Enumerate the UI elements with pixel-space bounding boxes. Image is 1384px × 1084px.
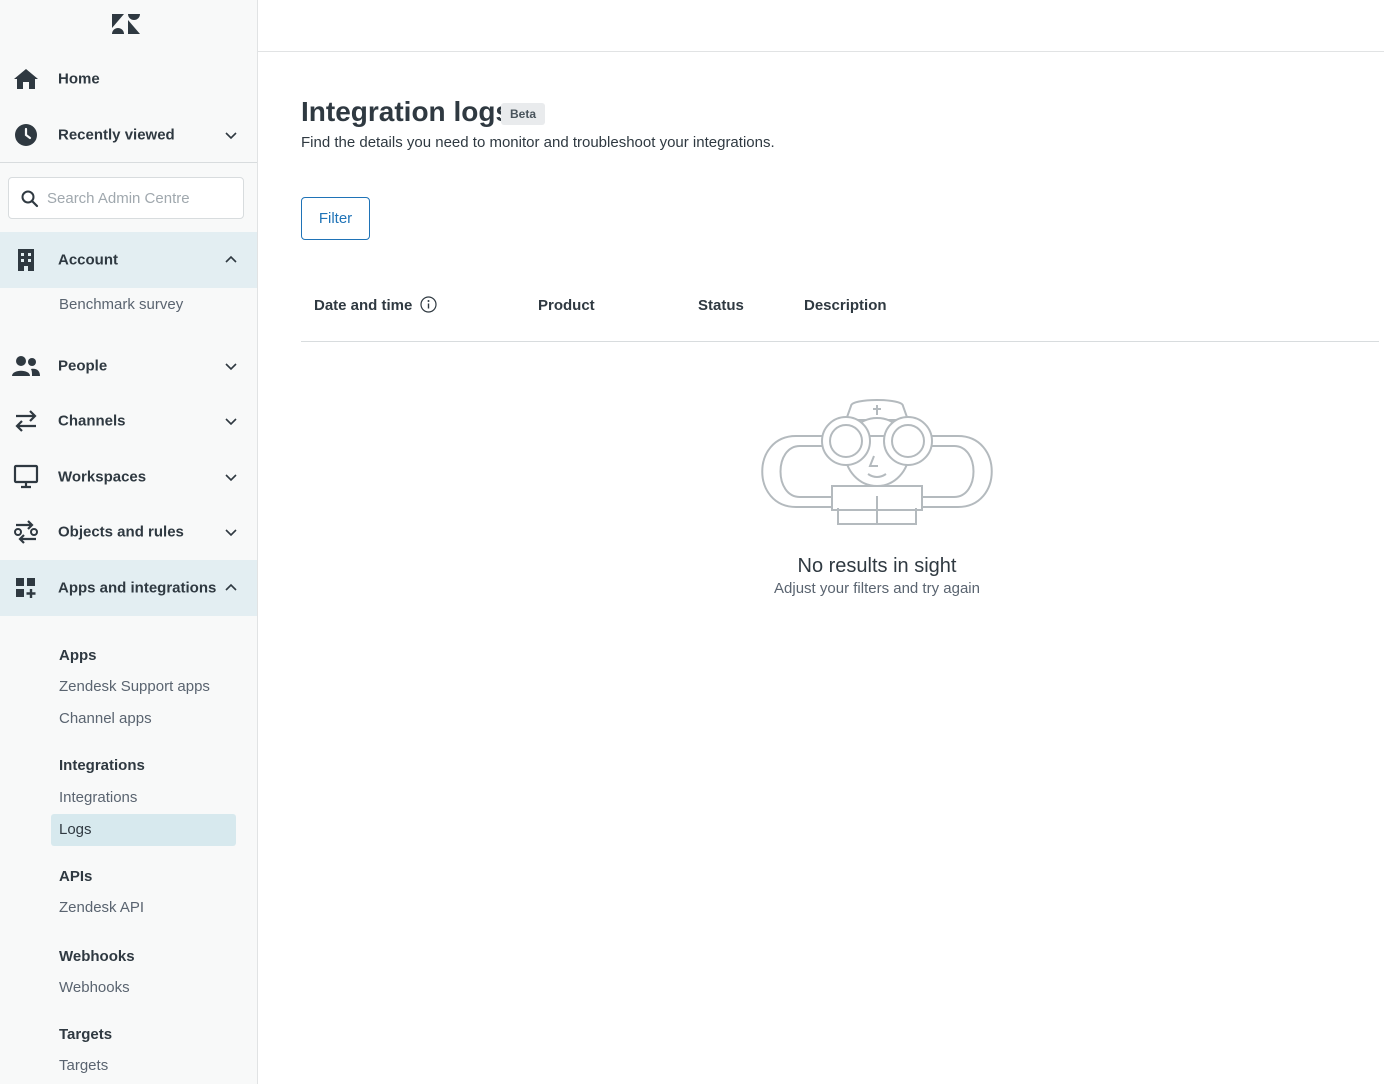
chevron-up-icon (225, 255, 237, 263)
chevron-up-icon (225, 583, 237, 591)
sidebar-group-apps: Apps (59, 647, 97, 664)
nav-objects-rules-label: Objects and rules (58, 523, 184, 541)
chevron-down-icon (225, 474, 237, 482)
column-header-product[interactable]: Product (538, 297, 595, 314)
nav-home-label: Home (58, 70, 100, 88)
top-bar (258, 0, 1384, 52)
sidebar-link-benchmark-survey[interactable]: Benchmark survey (59, 296, 183, 313)
search-icon (21, 190, 39, 208)
nav-apps-integrations[interactable]: Apps and integrations (0, 560, 257, 616)
binoculars-sailor-illustration-icon (761, 399, 993, 525)
column-header-description[interactable]: Description (804, 297, 887, 314)
home-icon (12, 65, 40, 93)
apps-grid-icon (12, 574, 40, 602)
nav-workspaces-label: Workspaces (58, 468, 147, 486)
nav-people[interactable]: People (0, 338, 257, 394)
sidebar-group-webhooks: Webhooks (59, 948, 135, 965)
sidebar-link-zendesk-api[interactable]: Zendesk API (59, 899, 144, 916)
sidebar-link-integrations[interactable]: Integrations (59, 789, 137, 806)
nav-account[interactable]: Account (0, 232, 257, 288)
search-input[interactable] (47, 186, 237, 210)
chevron-down-icon (225, 418, 237, 426)
sidebar-group-targets: Targets (59, 1026, 113, 1043)
chevron-down-icon (225, 363, 237, 371)
sidebar-group-apis: APIs (59, 868, 93, 885)
column-header-date-time[interactable]: Date and time (314, 297, 412, 314)
arrows-swap-icon (12, 407, 40, 435)
nav-workspaces[interactable]: Workspaces (0, 449, 257, 505)
clock-icon (12, 121, 40, 149)
info-icon[interactable] (420, 296, 437, 313)
nav-objects-rules[interactable]: Objects and rules (0, 504, 257, 560)
nav-apps-integrations-label: Apps and integrations (58, 579, 217, 597)
beta-badge: Beta (501, 103, 546, 125)
filter-button[interactable]: Filter (301, 197, 370, 240)
sidebar-link-logs[interactable]: Logs (59, 821, 92, 838)
nav-home[interactable]: Home (0, 51, 257, 107)
table-header-divider (301, 341, 1379, 342)
sidebar-group-integrations: Integrations (59, 757, 145, 774)
column-header-status[interactable]: Status (698, 297, 744, 314)
people-icon (12, 352, 40, 380)
page-subtitle: Find the details you need to monitor and… (301, 134, 775, 151)
building-icon (12, 246, 40, 274)
nav-recently-viewed[interactable]: Recently viewed (0, 107, 257, 163)
empty-state-title: No results in sight (797, 555, 957, 577)
nav-account-label: Account (58, 251, 118, 269)
sidebar-link-zendesk-support-apps[interactable]: Zendesk Support apps (59, 678, 210, 695)
sidebar: Home Recently viewed Account Benchmark s… (0, 0, 258, 1084)
empty-state-subtitle: Adjust your filters and try again (774, 580, 980, 597)
rules-arrows-icon (12, 518, 40, 546)
monitor-icon (12, 463, 40, 491)
sidebar-link-webhooks[interactable]: Webhooks (59, 979, 130, 996)
chevron-down-icon (225, 132, 237, 140)
nav-recently-viewed-label: Recently viewed (58, 126, 175, 144)
sidebar-divider (0, 162, 257, 163)
nav-channels-label: Channels (58, 412, 126, 430)
page-title: Integration logs (301, 96, 511, 127)
chevron-down-icon (225, 529, 237, 537)
sidebar-link-targets[interactable]: Targets (59, 1057, 108, 1074)
zendesk-logo-icon[interactable] (110, 12, 142, 36)
search-box (8, 177, 244, 219)
nav-channels[interactable]: Channels (0, 393, 257, 449)
sidebar-link-channel-apps[interactable]: Channel apps (59, 710, 152, 727)
nav-people-label: People (58, 357, 108, 375)
